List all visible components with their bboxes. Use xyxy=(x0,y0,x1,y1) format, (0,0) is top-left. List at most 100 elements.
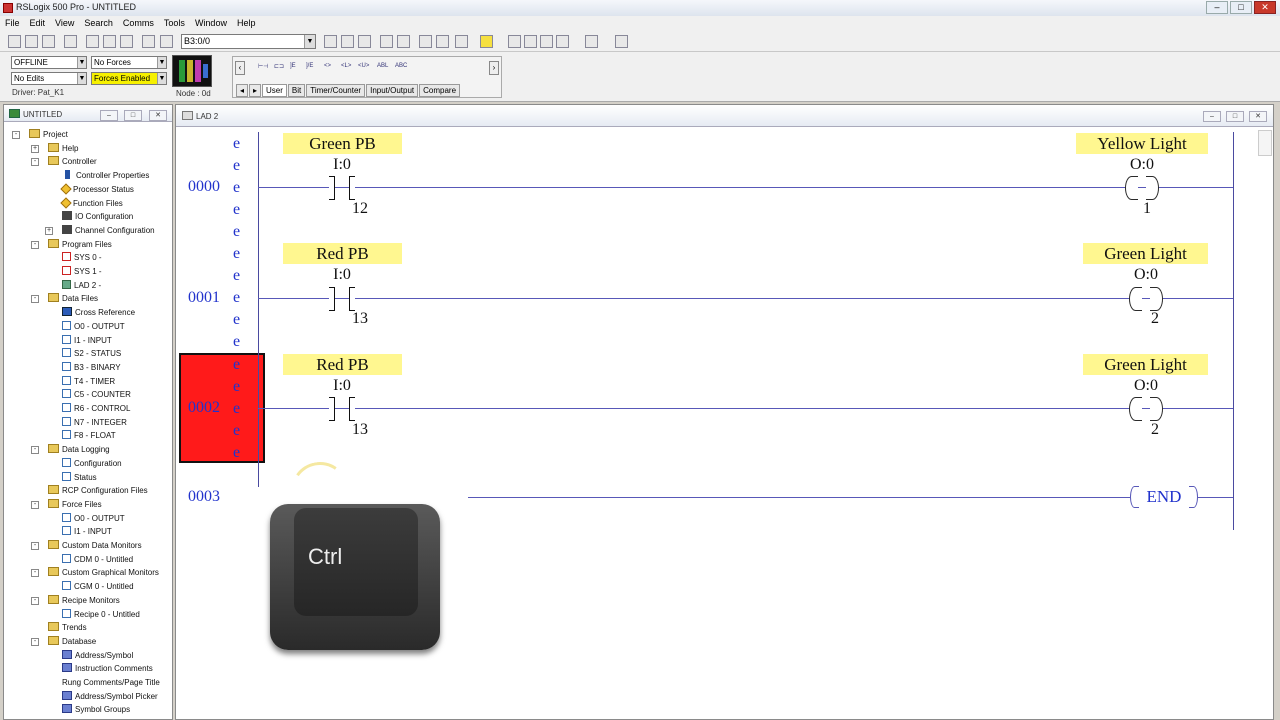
tree-item[interactable]: C5 - COUNTER xyxy=(62,388,131,401)
tree-item[interactable]: I1 - INPUT xyxy=(62,334,112,347)
address-combo[interactable]: B3:0/0 ▼ xyxy=(181,34,316,49)
tree-item[interactable]: Trends xyxy=(48,621,87,634)
tab-bit[interactable]: Bit xyxy=(287,84,306,97)
menu-comms[interactable]: Comms xyxy=(118,16,159,32)
tree-item[interactable]: SYS 1 - xyxy=(62,265,102,278)
tree-item[interactable]: - Program Files xyxy=(31,238,112,251)
tree-item[interactable]: Cross Reference xyxy=(62,306,135,319)
tree-item[interactable]: - Custom Data Monitors xyxy=(31,539,142,552)
abl-icon[interactable]: ABL xyxy=(377,63,388,69)
minimize-button[interactable]: – xyxy=(1206,1,1228,14)
tree-item[interactable]: F8 - FLOAT xyxy=(62,429,116,442)
tab-nav-right[interactable]: ▸ xyxy=(249,84,262,97)
replace-icon[interactable] xyxy=(358,35,371,48)
tree-item[interactable]: LAD 2 - xyxy=(62,279,101,292)
tree-item[interactable]: - Data Logging xyxy=(31,443,110,456)
tree-item[interactable]: - Controller xyxy=(31,155,97,168)
download-icon[interactable] xyxy=(540,35,553,48)
menu-window[interactable]: Window xyxy=(190,16,232,32)
compare-icon[interactable] xyxy=(556,35,569,48)
rung-number-0002[interactable]: 0002 xyxy=(188,399,220,417)
tree-item[interactable]: - Data Files xyxy=(31,292,98,305)
tree-item[interactable]: Instruction Comments xyxy=(62,662,153,675)
forces-enabled-select[interactable]: Forces Enabled ▼ xyxy=(91,72,167,85)
tree-item[interactable]: O0 - OUTPUT xyxy=(62,512,125,525)
chevron-down-icon[interactable]: ▼ xyxy=(77,57,86,68)
rung-number-0001[interactable]: 0001 xyxy=(188,289,220,307)
paste-icon[interactable] xyxy=(120,35,133,48)
panel-minimize-button[interactable]: – xyxy=(100,110,118,121)
menu-edit[interactable]: Edit xyxy=(25,16,51,32)
new-file-icon[interactable] xyxy=(8,35,21,48)
palette-right-arrow[interactable]: › xyxy=(489,61,499,75)
ladder-close-button[interactable]: ✕ xyxy=(1249,111,1267,122)
zoom-in-icon[interactable] xyxy=(419,35,432,48)
tree-item[interactable]: - Recipe Monitors xyxy=(31,594,120,607)
rung-0002-ote-coil[interactable] xyxy=(1129,397,1163,421)
rung-0000-ote-coil[interactable] xyxy=(1125,176,1159,200)
tree-item[interactable]: - Database xyxy=(31,635,96,648)
online-icon[interactable] xyxy=(508,35,521,48)
otu-icon[interactable]: <U> xyxy=(358,63,369,69)
ladder-scrollbar[interactable] xyxy=(1258,130,1272,156)
rung-icon[interactable]: ⊢⊣ xyxy=(258,63,268,70)
rung-0000-xic-contact[interactable] xyxy=(329,176,355,200)
open-file-icon[interactable] xyxy=(25,35,38,48)
save-icon[interactable] xyxy=(42,35,55,48)
tree-item[interactable]: I1 - INPUT xyxy=(62,525,112,538)
mode-select[interactable]: OFFLINE ▼ xyxy=(11,56,87,69)
abc-icon[interactable]: ABC xyxy=(395,63,407,69)
edits-select[interactable]: No Edits ▼ xyxy=(11,72,87,85)
collapse-icon[interactable]: - xyxy=(31,637,39,646)
tree-item[interactable]: Recipe 0 - Untitled xyxy=(62,608,140,621)
tree-item[interactable]: N7 - INTEGER xyxy=(62,416,127,429)
ladder-maximize-button[interactable]: □ xyxy=(1226,111,1244,122)
tree-item[interactable]: - Force Files xyxy=(31,498,102,511)
tree-item[interactable]: Address/Symbol xyxy=(62,649,133,662)
collapse-icon[interactable]: - xyxy=(31,295,39,304)
tree-item[interactable]: Processor Status xyxy=(60,183,134,196)
tab-timer-counter[interactable]: Timer/Counter xyxy=(306,84,366,97)
tab-user[interactable]: User xyxy=(262,84,287,97)
collapse-icon[interactable]: - xyxy=(31,158,39,167)
menu-file[interactable]: File xyxy=(0,16,25,32)
tree-item[interactable]: IO Configuration xyxy=(62,210,133,223)
menu-help[interactable]: Help xyxy=(232,16,261,32)
verify-project-icon[interactable] xyxy=(397,35,410,48)
forces-select[interactable]: No Forces ▼ xyxy=(91,56,167,69)
chevron-down-icon[interactable]: ▼ xyxy=(304,35,315,48)
tree-item[interactable]: O0 - OUTPUT xyxy=(62,320,125,333)
chevron-down-icon[interactable]: ▼ xyxy=(157,57,166,68)
expand-icon[interactable]: + xyxy=(45,226,53,235)
ote-icon[interactable]: <> xyxy=(324,63,331,69)
close-button[interactable]: ✕ xyxy=(1254,1,1276,14)
tree-item[interactable]: Rung Comments/Page Title xyxy=(62,676,330,689)
panel-close-button[interactable]: ✕ xyxy=(149,110,167,121)
cut-icon[interactable] xyxy=(86,35,99,48)
tree-item[interactable]: + Help xyxy=(31,142,78,155)
verify-file-icon[interactable] xyxy=(380,35,393,48)
collapse-icon[interactable]: - xyxy=(31,500,39,509)
ladder-minimize-button[interactable]: – xyxy=(1203,111,1221,122)
collapse-icon[interactable]: - xyxy=(31,569,39,578)
xio-icon[interactable]: ]/E xyxy=(306,63,313,69)
find-icon[interactable] xyxy=(324,35,337,48)
tree-item[interactable]: T4 - TIMER xyxy=(62,375,115,388)
back-arrow-icon[interactable] xyxy=(585,35,598,48)
window-icon[interactable] xyxy=(455,35,468,48)
zoom-out-icon[interactable] xyxy=(436,35,449,48)
rung-0002-xic-contact[interactable] xyxy=(329,397,355,421)
otl-icon[interactable]: <L> xyxy=(341,63,351,69)
copy-icon[interactable] xyxy=(103,35,116,48)
redo-icon[interactable] xyxy=(160,35,173,48)
collapse-icon[interactable]: - xyxy=(31,446,39,455)
menu-tools[interactable]: Tools xyxy=(159,16,190,32)
undo-icon[interactable] xyxy=(142,35,155,48)
tree-item[interactable]: CDM 0 - Untitled xyxy=(62,553,133,566)
maximize-button[interactable]: □ xyxy=(1230,1,1252,14)
xic-icon[interactable]: ]E xyxy=(290,63,296,69)
tree-item[interactable]: Address/Symbol Picker xyxy=(62,690,158,703)
collapse-icon[interactable]: - xyxy=(31,542,39,550)
branch-icon[interactable]: ⊏⊐ xyxy=(274,63,284,70)
tree-item[interactable]: Controller Properties xyxy=(62,169,149,182)
